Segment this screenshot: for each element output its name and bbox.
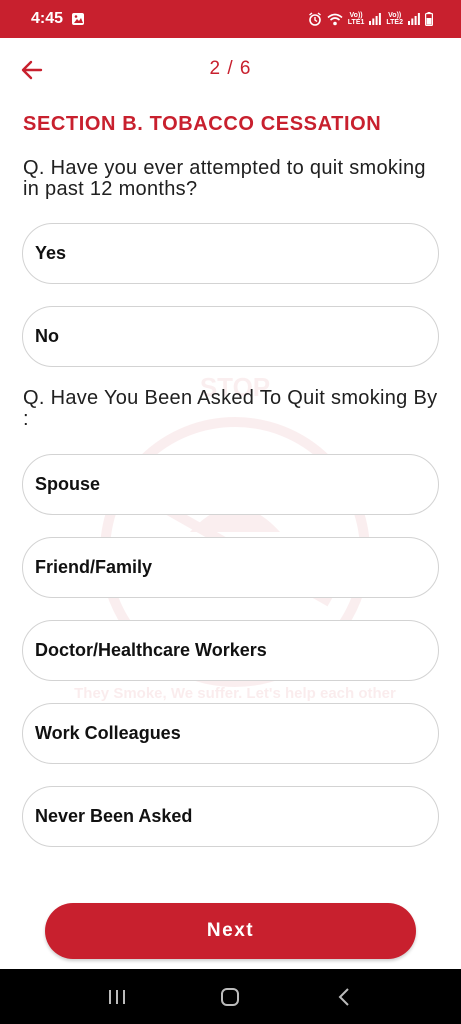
app-header: 2 / 6 (0, 38, 461, 102)
chevron-left-icon (338, 987, 349, 1006)
option-label: Friend/Family (35, 557, 153, 577)
recent-apps-icon (108, 989, 125, 1004)
question-quit-attempt: Q. Have you ever attempted to quit smoki… (23, 157, 426, 200)
option-no[interactable]: No (22, 306, 439, 367)
option-label: Never Been Asked (35, 806, 193, 826)
signal-icon-2 (408, 13, 420, 25)
option-label: No (35, 326, 59, 346)
option-yes[interactable]: Yes (22, 223, 439, 284)
option-work-colleagues[interactable]: Work Colleagues (22, 703, 439, 764)
option-friend-family[interactable]: Friend/Family (22, 537, 439, 598)
questionnaire-content[interactable]: STOP They Smoke, We suffer. Let's help e… (0, 102, 461, 872)
wifi-icon (327, 13, 343, 26)
option-doctor-healthcare-workers[interactable]: Doctor/Healthcare Workers (22, 620, 439, 681)
sim1-label: Vo)) LTE1 (347, 12, 365, 26)
watermark-caption: They Smoke, We suffer. Let's help each o… (74, 685, 396, 702)
option-label: Yes (35, 243, 67, 263)
home-icon (221, 987, 240, 1006)
page-indicator: 2 / 6 (209, 58, 252, 79)
system-navigation-bar (0, 969, 461, 1024)
status-time: 4:45 (31, 10, 64, 27)
status-bar: 4:45 Vo)) LTE1 Vo)) LTE2 (0, 0, 461, 38)
system-back-button[interactable] (324, 977, 364, 1017)
sim2-label: Vo)) LTE2 (386, 12, 403, 26)
option-label: Spouse (35, 474, 101, 494)
next-button[interactable]: Next (45, 903, 416, 959)
option-spouse[interactable]: Spouse (22, 454, 439, 515)
option-label: Doctor/Healthcare Workers (35, 640, 267, 660)
alarm-icon (308, 12, 322, 26)
battery-icon (425, 12, 433, 26)
option-never-been-asked[interactable]: Never Been Asked (22, 786, 439, 847)
recent-apps-button[interactable] (97, 977, 137, 1017)
section-title: SECTION B. TOBACCO CESSATION (23, 113, 382, 135)
option-label: Work Colleagues (35, 723, 181, 743)
home-button[interactable] (210, 977, 250, 1017)
gallery-notification-icon (71, 12, 85, 26)
question-asked-to-quit: Q. Have You Been Asked To Quit smoking B… (23, 387, 438, 430)
signal-icon-1 (369, 13, 382, 25)
next-button-label: Next (206, 920, 255, 941)
